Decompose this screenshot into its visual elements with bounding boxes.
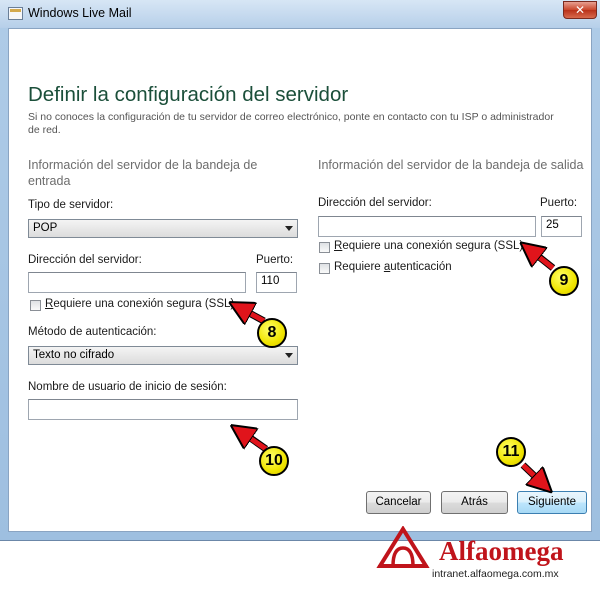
- server-type-label: Tipo de servidor:: [28, 199, 114, 211]
- cancel-button[interactable]: Cancelar: [366, 491, 431, 514]
- callout-11: 11: [496, 437, 526, 467]
- server-type-select[interactable]: POP: [28, 219, 298, 238]
- outgoing-port-label: Puerto:: [540, 197, 578, 209]
- alfaomega-logo-icon: [376, 526, 430, 568]
- brand-url: intranet.alfaomega.com.mx: [432, 568, 559, 580]
- incoming-address-label: Dirección del servidor:: [28, 254, 142, 266]
- incoming-ssl-label-post: equiere una conexión segura (SSL): [53, 298, 235, 310]
- username-input[interactable]: [28, 399, 298, 420]
- outgoing-section-title: Información del servidor de la bandeja d…: [318, 158, 584, 172]
- incoming-ssl-label[interactable]: Requiere una conexión segura (SSL): [45, 298, 234, 310]
- page-description: Si no conoces la configuración de tu ser…: [28, 111, 554, 136]
- incoming-section-title: Información del servidor de la bandeja d…: [28, 158, 258, 188]
- incoming-address-input[interactable]: [28, 272, 246, 293]
- window-title: Windows Live Mail: [28, 6, 132, 20]
- callout-10: 10: [259, 446, 289, 476]
- chevron-down-icon: [285, 226, 293, 231]
- outgoing-auth-label[interactable]: Requiere autenticación: [334, 261, 452, 273]
- outgoing-auth-label-pre: Requiere: [334, 261, 384, 273]
- incoming-port-input[interactable]: 110: [256, 272, 297, 293]
- outgoing-port-input[interactable]: 25: [541, 216, 582, 237]
- chevron-down-icon: [285, 353, 293, 358]
- username-label: Nombre de usuario de inicio de sesión:: [28, 381, 227, 393]
- back-button[interactable]: Atrás: [441, 491, 508, 514]
- title-bar[interactable]: Windows Live Mail ✕: [0, 0, 600, 28]
- outgoing-auth-label-post: utenticación: [390, 261, 452, 273]
- callout-8: 8: [257, 318, 287, 348]
- outgoing-ssl-label[interactable]: Requiere una conexión segura (SSL): [334, 240, 523, 252]
- outgoing-address-label: Dirección del servidor:: [318, 197, 432, 209]
- mail-app-icon: [8, 7, 23, 20]
- outgoing-ssl-checkbox[interactable]: [319, 242, 330, 253]
- auth-method-label: Método de autenticación:: [28, 326, 157, 338]
- outgoing-address-input[interactable]: [318, 216, 536, 237]
- next-button[interactable]: Siguiente: [517, 491, 587, 514]
- auth-method-value: Texto no cifrado: [33, 349, 115, 361]
- incoming-ssl-checkbox[interactable]: [30, 300, 41, 311]
- brand-name: Alfaomega: [439, 536, 564, 566]
- close-window-button[interactable]: ✕: [563, 1, 597, 19]
- page-title: Definir la configuración del servidor: [28, 83, 349, 106]
- outgoing-auth-checkbox[interactable]: [319, 263, 330, 274]
- outgoing-ssl-label-post: equiere una conexión segura (SSL): [342, 240, 524, 252]
- callout-9: 9: [549, 266, 579, 296]
- server-type-value: POP: [33, 222, 58, 234]
- auth-method-select[interactable]: Texto no cifrado: [28, 346, 298, 365]
- incoming-port-label: Puerto:: [256, 254, 294, 266]
